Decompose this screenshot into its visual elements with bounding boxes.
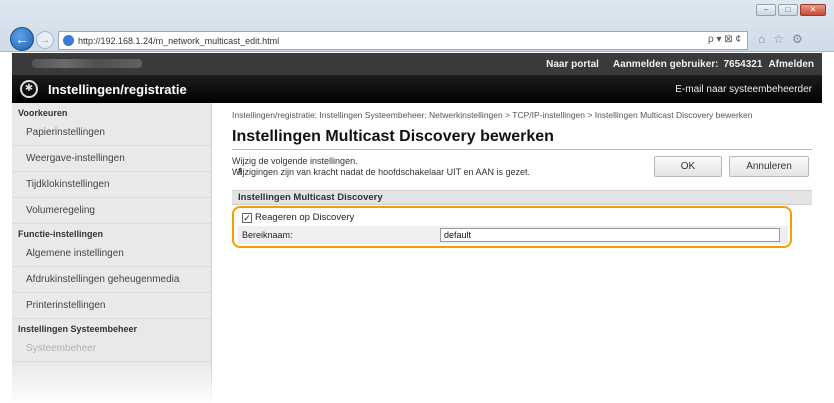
sidebar-item-volume[interactable]: Volumeregeling bbox=[12, 198, 211, 224]
section-heading: Instellingen Multicast Discovery bbox=[232, 190, 812, 205]
sidebar-heading-admin: Instellingen Systeembeheer bbox=[18, 324, 138, 334]
breadcrumb: Instellingen/registratie: Instellingen S… bbox=[232, 110, 753, 120]
discovery-checkbox-label[interactable]: Reageren op Discovery bbox=[255, 212, 354, 223]
window-controls: – □ ✕ bbox=[756, 4, 826, 16]
logout-link[interactable]: Afmelden bbox=[768, 59, 814, 70]
header-title: Instellingen/registratie bbox=[48, 81, 187, 97]
sidebar-heading-functions: Functie-instellingen bbox=[18, 229, 104, 239]
browser-chrome: – □ ✕ ← → http://192.168.1.24/m_network_… bbox=[0, 0, 834, 52]
sidebar-item-printer[interactable]: Printerinstellingen bbox=[12, 293, 211, 319]
back-arrow-icon[interactable]: ← bbox=[10, 27, 34, 51]
instructions-block: Wijzig de volgende instellingen. Wijzigi… bbox=[232, 156, 812, 186]
discovery-checkbox-row[interactable]: ✓ Reageren op Discovery bbox=[242, 212, 354, 223]
forward-arrow-icon[interactable]: → bbox=[36, 31, 54, 49]
sidebar-item-paper[interactable]: Papierinstellingen bbox=[12, 120, 211, 146]
address-url[interactable]: http://192.168.1.24/m_network_multicast_… bbox=[78, 36, 279, 46]
login-user-label: Aanmelden gebruiker: bbox=[612, 58, 719, 70]
discovery-checkbox[interactable]: ✓ bbox=[242, 212, 252, 223]
sidebar-item-system-admin[interactable]: Systeembeheer bbox=[12, 336, 211, 362]
mail-admin-link[interactable]: E-mail naar systeembeheerder bbox=[675, 84, 812, 95]
sidebar-heading-preferences: Voorkeuren bbox=[18, 108, 68, 118]
title-divider bbox=[232, 149, 812, 150]
settings-header: ✱ Instellingen/registratie E-mail naar s… bbox=[12, 75, 822, 103]
scope-input[interactable]: default bbox=[440, 228, 780, 242]
close-window-button[interactable]: ✕ bbox=[800, 4, 826, 16]
back-to-top-icon[interactable]: ↟ bbox=[236, 167, 244, 178]
sidebar-item-clock[interactable]: Tijdklokinstellingen bbox=[12, 172, 211, 198]
top-user-bar: Naar portal Aanmelden gebruiker: 7654321… bbox=[12, 53, 822, 75]
address-tools[interactable]: ρ ▾ ⊠ ¢ bbox=[708, 34, 741, 45]
home-icon[interactable]: ⌂ bbox=[758, 32, 765, 46]
cancel-button[interactable]: Annuleren bbox=[729, 156, 809, 177]
sidebar-item-general[interactable]: Algemene instellingen bbox=[12, 241, 211, 267]
instruction-line-1: Wijzig de volgende instellingen. bbox=[232, 156, 358, 166]
address-bar[interactable]: http://192.168.1.24/m_network_multicast_… bbox=[58, 31, 748, 50]
sidebar: Voorkeuren Papierinstellingen Weergave-i… bbox=[12, 103, 212, 403]
multicast-settings-panel: ✓ Reageren op Discovery Bereiknaam: defa… bbox=[232, 205, 812, 253]
sidebar-item-display[interactable]: Weergave-instellingen bbox=[12, 146, 211, 172]
login-user-id: 7654321 bbox=[723, 58, 763, 70]
scope-row: Bereiknaam: default bbox=[238, 226, 788, 244]
minimize-button[interactable]: – bbox=[756, 4, 776, 16]
maximize-button[interactable]: □ bbox=[778, 4, 798, 16]
scope-label: Bereiknaam: bbox=[242, 230, 293, 240]
settings-gear-icon: ✱ bbox=[20, 80, 38, 98]
browser-toolbar-icons: ⌂ ☆ ⚙ bbox=[758, 32, 803, 46]
portal-link[interactable]: Naar portal bbox=[546, 59, 599, 70]
sidebar-item-media-print[interactable]: Afdrukinstellingen geheugenmedia bbox=[12, 267, 211, 293]
sidebar-fade bbox=[12, 363, 212, 403]
favorites-star-icon[interactable]: ☆ bbox=[773, 32, 784, 46]
instruction-line-2: Wijzigingen zijn van kracht nadat de hoo… bbox=[232, 167, 530, 177]
blurred-device-name bbox=[32, 59, 142, 68]
browser-globe-icon bbox=[63, 35, 74, 46]
settings-gear-icon[interactable]: ⚙ bbox=[792, 32, 803, 46]
main-content: Instellingen/registratie: Instellingen S… bbox=[232, 110, 812, 253]
ok-button[interactable]: OK bbox=[654, 156, 722, 177]
page-title: Instellingen Multicast Discovery bewerke… bbox=[232, 128, 554, 145]
